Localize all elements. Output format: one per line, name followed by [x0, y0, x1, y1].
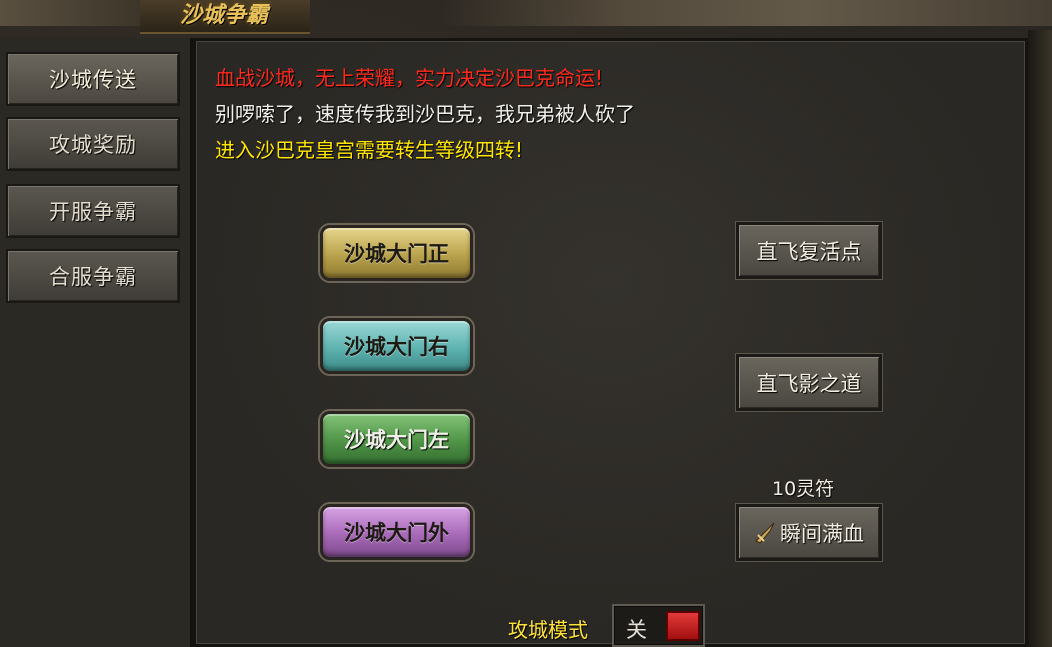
sidebar: 沙城传送 攻城奖励 开服争霸 合服争霸	[0, 38, 193, 647]
window-title: 沙城争霸	[180, 2, 269, 28]
gate-right-label: 沙城大门右	[344, 335, 449, 359]
fly-revive-point-button[interactable]: 直飞复活点	[736, 222, 882, 279]
announcement-white: 别啰嗦了，速度传我到沙巴克，我兄弟被人砍了	[215, 102, 635, 126]
dagger-icon	[755, 522, 775, 544]
fly-shadow-path-button[interactable]: 直飞影之道	[736, 354, 882, 411]
announcement-red: 血战沙城，无上荣耀，实力决定沙巴克命运!	[215, 66, 604, 90]
siege-mode-toggle[interactable]: 关	[612, 604, 705, 647]
game-window: 沙城争霸 沙城传送 攻城奖励 开服争霸 合服争霸 血战沙城，无上荣耀，实力决定沙…	[0, 0, 1052, 647]
gate-outer-label: 沙城大门外	[344, 521, 449, 545]
content-panel	[193, 38, 1028, 647]
gate-left-button[interactable]: 沙城大门左	[320, 411, 473, 467]
sidebar-item-server-merge-battle[interactable]: 合服争霸	[6, 249, 180, 303]
dragon-ornament	[440, 0, 1052, 26]
sidebar-item-label: 攻城奖励	[49, 133, 137, 157]
sidebar-item-sand-city-teleport[interactable]: 沙城传送	[6, 52, 180, 106]
sidebar-item-server-open-battle[interactable]: 开服争霸	[6, 184, 180, 238]
heal-cost-label: 10灵符	[772, 478, 835, 500]
gate-outer-button[interactable]: 沙城大门外	[320, 504, 473, 560]
sidebar-item-label: 沙城传送	[49, 68, 137, 92]
gate-left-label: 沙城大门左	[344, 428, 449, 452]
siege-mode-label: 攻城模式	[508, 618, 588, 642]
frame-edge	[1028, 30, 1052, 647]
instant-full-heal-button[interactable]: 瞬间满血	[736, 504, 882, 561]
sidebar-item-siege-rewards[interactable]: 攻城奖励	[6, 117, 180, 171]
dragon-ornament-left	[0, 0, 150, 26]
gate-right-button[interactable]: 沙城大门右	[320, 318, 473, 374]
sidebar-item-label: 开服争霸	[49, 200, 137, 224]
toggle-knob[interactable]	[666, 611, 700, 641]
sidebar-item-label: 合服争霸	[49, 265, 137, 289]
instant-full-heal-label: 瞬间满血	[780, 521, 864, 546]
gate-front-button[interactable]: 沙城大门正	[320, 225, 473, 281]
siege-mode-state: 关	[626, 618, 647, 642]
fly-shadow-path-label: 直飞影之道	[756, 371, 862, 396]
gate-front-label: 沙城大门正	[344, 242, 449, 266]
requirement-notice: 进入沙巴克皇宫需要转生等级四转!	[215, 138, 524, 162]
fly-revive-point-label: 直飞复活点	[756, 239, 862, 264]
